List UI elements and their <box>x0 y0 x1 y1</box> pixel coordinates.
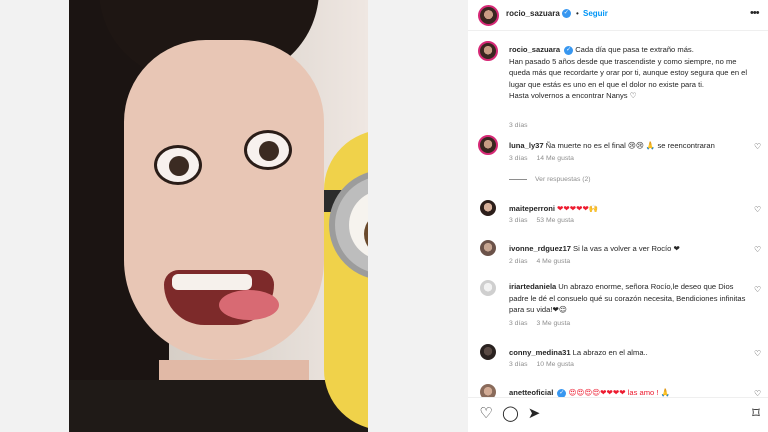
comment-avatar[interactable] <box>478 342 498 362</box>
comment-avatar[interactable] <box>478 382 498 397</box>
like-comment-heart-icon[interactable]: ♡ <box>754 389 761 397</box>
like-comment-heart-icon[interactable]: ♡ <box>754 245 761 254</box>
comment-avatar[interactable] <box>478 135 498 155</box>
bookmark-icon[interactable]: ⌑ <box>748 406 764 422</box>
author-username[interactable]: rocio_sazuara ✓ <box>506 9 571 19</box>
comment-avatar[interactable] <box>478 278 498 298</box>
caption-time[interactable]: 3 días <box>509 122 528 129</box>
caption-avatar[interactable] <box>478 41 498 61</box>
comment-avatar[interactable] <box>478 198 498 218</box>
comment-avatar[interactable] <box>478 238 498 258</box>
caption-line-1: Cada día que pasa te extraño más. <box>575 45 694 54</box>
post-actions-bar: ♡ ◯ ➤ ⌑ <box>468 397 768 432</box>
comments-feed[interactable]: rocio_sazuara ✓ Cada día que pasa te extr… <box>468 32 768 397</box>
like-comment-heart-icon[interactable]: ♡ <box>754 142 761 151</box>
post-header: rocio_sazuara ✓ • Seguir ••• <box>468 0 768 31</box>
separator-dot: • <box>576 9 579 18</box>
minion-toy <box>324 130 368 430</box>
verified-badge-icon: ✓ <box>561 9 571 19</box>
author-avatar[interactable] <box>478 5 499 26</box>
view-replies-link[interactable]: Ver respuestas (2) <box>509 176 591 183</box>
more-options-icon[interactable]: ••• <box>750 7 760 19</box>
verified-badge-icon: ✓ <box>557 388 567 397</box>
like-comment-heart-icon[interactable]: ♡ <box>754 285 761 294</box>
post-side-panel: rocio_sazuara ✓ • Seguir ••• rocio_sazuar… <box>468 0 768 432</box>
caption-line-3: Hasta volvernos a encontrar Nanys ♡ <box>509 91 637 100</box>
caption-username[interactable]: rocio_sazuara <box>509 45 560 54</box>
like-comment-heart-icon[interactable]: ♡ <box>754 349 761 358</box>
post-photo[interactable] <box>69 0 368 432</box>
send-icon[interactable]: ➤ <box>526 406 542 422</box>
follow-button[interactable]: Seguir <box>583 9 608 18</box>
comment-icon[interactable]: ◯ <box>502 406 519 422</box>
verified-badge-icon: ✓ <box>564 45 574 55</box>
like-comment-heart-icon[interactable]: ♡ <box>754 205 761 214</box>
heart-icon[interactable]: ♡ <box>478 406 494 422</box>
caption-line-2: Han pasado 5 años desde que trascendiste… <box>509 56 748 89</box>
